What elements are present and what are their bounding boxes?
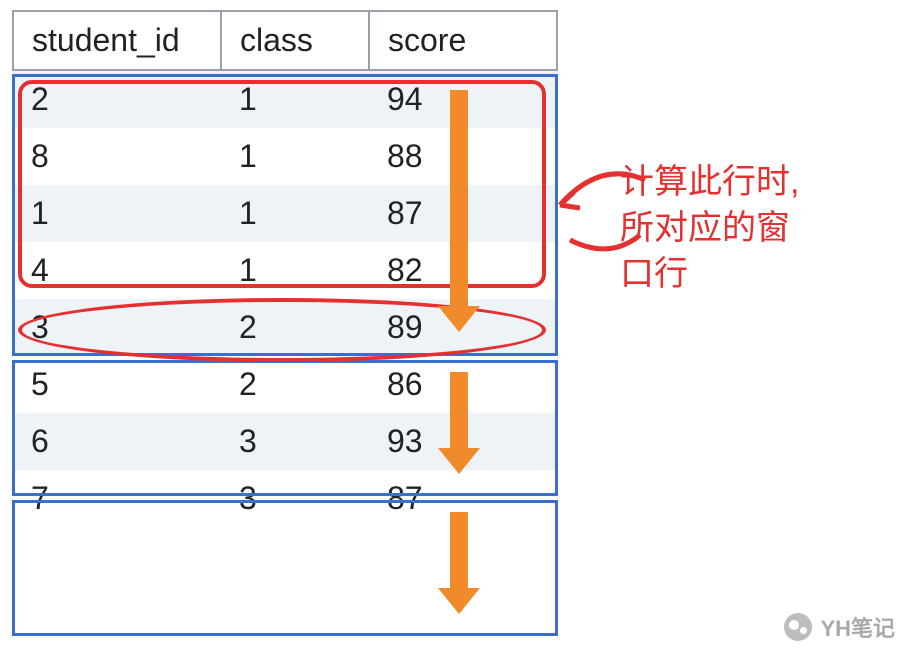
diagram-stage: student_id class score 2 1 94 8 1 88 1 1… xyxy=(0,0,917,657)
scan-arrow-icon xyxy=(450,512,468,592)
cell-student-id: 4 xyxy=(13,242,221,299)
cell-student-id: 2 xyxy=(13,70,221,128)
table-row: 4 1 82 xyxy=(13,242,557,299)
cell-class: 2 xyxy=(221,356,369,413)
annotation-text-line: 计算此行时, xyxy=(620,160,799,206)
scan-arrow-icon xyxy=(450,90,468,310)
header-score: score xyxy=(369,11,557,70)
table-row: 1 1 87 xyxy=(13,185,557,242)
cell-student-id: 8 xyxy=(13,128,221,185)
table-row: 8 1 88 xyxy=(13,128,557,185)
cell-class: 1 xyxy=(221,185,369,242)
table-row: 2 1 94 xyxy=(13,70,557,128)
cell-student-id: 5 xyxy=(13,356,221,413)
cell-class: 1 xyxy=(221,242,369,299)
scan-arrow-icon xyxy=(450,372,468,452)
cell-class: 1 xyxy=(221,70,369,128)
header-class: class xyxy=(221,11,369,70)
table-row: 7 3 87 xyxy=(13,470,557,527)
wechat-icon xyxy=(784,613,812,641)
cell-student-id: 3 xyxy=(13,299,221,356)
cell-class: 1 xyxy=(221,128,369,185)
table-row: 5 2 86 xyxy=(13,356,557,413)
cell-class: 3 xyxy=(221,413,369,470)
annotation-text-line: 所对应的窗 xyxy=(620,206,799,252)
annotation-text: 计算此行时, 所对应的窗 口行 xyxy=(620,160,799,298)
annotation-text-line: 口行 xyxy=(620,252,799,298)
table-header-row: student_id class score xyxy=(13,11,557,70)
cell-student-id: 7 xyxy=(13,470,221,527)
watermark-label: YH笔记 xyxy=(820,611,895,643)
watermark: YH笔记 xyxy=(784,611,895,643)
header-student-id: student_id xyxy=(13,11,221,70)
cell-class: 3 xyxy=(221,470,369,527)
cell-class: 2 xyxy=(221,299,369,356)
cell-student-id: 6 xyxy=(13,413,221,470)
cell-student-id: 1 xyxy=(13,185,221,242)
